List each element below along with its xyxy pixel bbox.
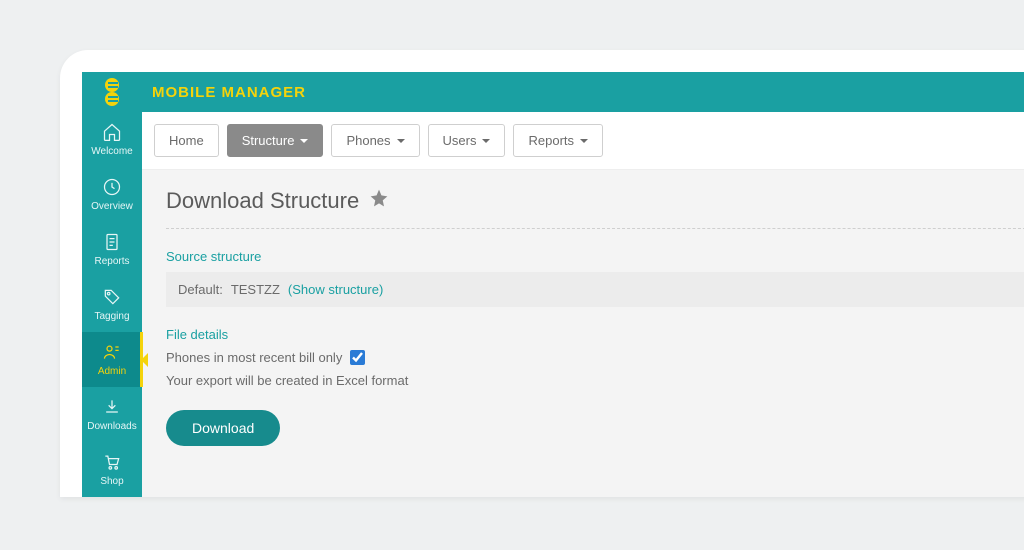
download-button[interactable]: Download [166,410,280,446]
tab-phones[interactable]: Phones [331,124,419,157]
tag-icon [102,287,122,307]
default-label: Default: [178,282,223,297]
sidebar-item-admin[interactable]: Admin [82,332,142,387]
export-note: Your export will be created in Excel for… [166,373,1024,388]
sidebar-item-label: Admin [98,366,126,377]
sidebar-item-label: Welcome [91,146,133,157]
tab-reports[interactable]: Reports [513,124,603,157]
tab-bar: Home Structure Phones Users Reports [142,112,1024,170]
sidebar-item-label: Reports [94,256,129,267]
sidebar-item-reports[interactable]: Reports [82,222,142,277]
sidebar-item-label: Tagging [94,311,129,322]
sidebar: Welcome Overview Reports Tagging Admin D… [82,112,142,497]
sidebar-item-shop[interactable]: Shop [82,442,142,497]
tab-label: Structure [242,133,295,148]
sidebar-item-tagging[interactable]: Tagging [82,277,142,332]
chevron-down-icon [397,139,405,143]
app-title: MOBILE MANAGER [152,84,306,101]
cart-icon [102,452,122,472]
chevron-down-icon [300,139,308,143]
tab-users[interactable]: Users [428,124,506,157]
show-structure-link[interactable]: (Show structure) [288,282,383,297]
admin-icon [102,342,122,362]
page-title-text: Download Structure [166,188,359,214]
recent-bill-checkbox[interactable] [350,350,365,365]
tab-label: Home [169,133,204,148]
source-structure-box: Default: TESTZZ (Show structure) [166,272,1024,307]
sidebar-item-label: Shop [100,476,123,487]
tab-home[interactable]: Home [154,124,219,157]
chevron-down-icon [580,139,588,143]
sidebar-item-welcome[interactable]: Welcome [82,112,142,167]
ee-logo [82,72,142,112]
content: Download Structure Source structure Defa… [142,170,1024,464]
main-area: Home Structure Phones Users Reports Down… [142,112,1024,497]
star-icon[interactable] [369,188,389,214]
sidebar-item-downloads[interactable]: Downloads [82,387,142,442]
tab-label: Reports [528,133,574,148]
document-icon [102,232,122,252]
sidebar-item-overview[interactable]: Overview [82,167,142,222]
download-icon [102,397,122,417]
default-value: TESTZZ [231,282,280,297]
checkbox-row: Phones in most recent bill only [166,350,1024,365]
brand-bar: MOBILE MANAGER [82,72,1024,112]
tab-label: Users [443,133,477,148]
tab-structure[interactable]: Structure [227,124,324,157]
tab-label: Phones [346,133,390,148]
checkbox-label: Phones in most recent bill only [166,350,342,365]
clock-icon [102,177,122,197]
source-structure-heading: Source structure [166,249,1024,264]
sidebar-item-label: Downloads [87,421,136,432]
sidebar-item-label: Overview [91,201,133,212]
home-icon [102,122,122,142]
page-title: Download Structure [166,188,1024,229]
file-details-heading: File details [166,327,1024,342]
chevron-down-icon [482,139,490,143]
